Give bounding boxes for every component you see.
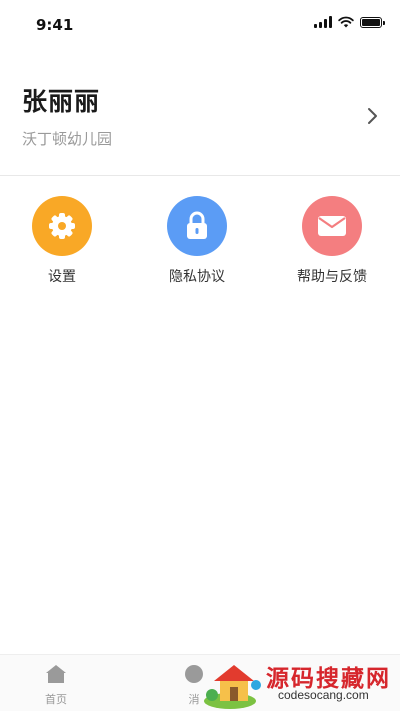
home-icon <box>46 665 66 683</box>
lock-icon <box>187 211 207 239</box>
menu-label-help-feedback: 帮助与反馈 <box>297 269 367 285</box>
watermark-url: codesocang.com <box>278 688 369 702</box>
menu-grid: 设置 隐私协议 帮助与反馈 <box>0 196 400 296</box>
battery-icon <box>360 16 385 28</box>
profile-name: 张丽丽 <box>22 87 101 116</box>
profile-card[interactable]: 张丽丽 沃丁顿幼儿园 <box>0 62 400 174</box>
menu-label-settings: 设置 <box>48 269 76 285</box>
profile-organization: 沃丁顿幼儿园 <box>22 130 113 148</box>
house-logo-icon <box>204 665 261 709</box>
status-time: 9:41 <box>36 16 74 34</box>
signal-icon <box>314 16 332 28</box>
menu-item-privacy[interactable]: 隐私协议 <box>137 196 257 286</box>
wifi-icon <box>338 16 354 28</box>
settings-icon-circle <box>32 196 92 256</box>
status-icons <box>314 16 385 28</box>
divider <box>0 175 400 176</box>
envelope-icon <box>318 216 346 236</box>
tab-home-label: 首页 <box>45 693 67 706</box>
tab-home[interactable]: 首页 <box>26 663 86 707</box>
menu-label-privacy: 隐私协议 <box>169 269 225 285</box>
menu-item-settings[interactable]: 设置 <box>2 196 122 286</box>
watermark: 源码搜藏网 codesocang.com <box>200 655 400 711</box>
feedback-icon-circle <box>302 196 362 256</box>
status-bar: 9:41 <box>0 0 400 50</box>
menu-item-help-feedback[interactable]: 帮助与反馈 <box>272 196 392 286</box>
privacy-icon-circle <box>167 196 227 256</box>
gear-icon <box>49 213 75 239</box>
chevron-right-icon[interactable] <box>362 106 382 126</box>
